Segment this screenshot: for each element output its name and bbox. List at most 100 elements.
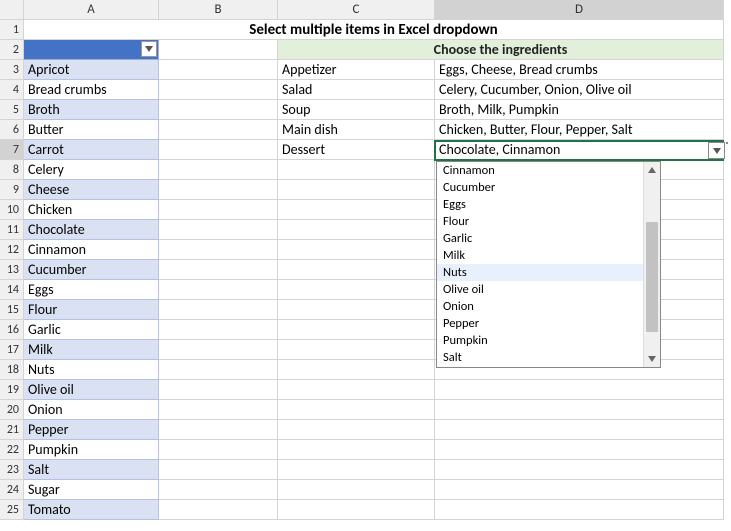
items-cell[interactable]: Celery [24,160,159,180]
row-header-10[interactable]: 10 [0,200,24,220]
row-header-3[interactable]: 3 [0,60,24,80]
dropdown-item[interactable]: Salt [437,349,643,366]
cell-B9[interactable] [159,180,278,200]
items-cell[interactable]: Milk [24,340,159,360]
cell-C22[interactable] [278,440,435,460]
items-cell[interactable]: Nuts [24,360,159,380]
dropdown-item[interactable]: Eggs [437,196,643,213]
cell-B20[interactable] [159,400,278,420]
cell-C20[interactable] [278,400,435,420]
cell-B13[interactable] [159,260,278,280]
items-cell[interactable]: Eggs [24,280,159,300]
dropdown-item[interactable]: Flour [437,213,643,230]
cell-D22[interactable] [435,440,724,460]
items-cell[interactable]: Salt [24,460,159,480]
items-cell[interactable]: Carrot [24,140,159,160]
row-header-1[interactable]: 1 [0,20,24,40]
cell-C7[interactable]: Dessert [278,140,435,160]
cell-B21[interactable] [159,420,278,440]
items-cell[interactable]: Garlic [24,320,159,340]
dropdown-button[interactable] [708,142,725,159]
items-cell[interactable]: Onion [24,400,159,420]
items-cell[interactable]: Olive oil [24,380,159,400]
items-cell[interactable]: Butter [24,120,159,140]
cell-C14[interactable] [278,280,435,300]
dropdown-button[interactable] [726,142,728,144]
cell-C5[interactable]: Soup [278,100,435,120]
cell-D23[interactable] [435,460,724,480]
cell-B2[interactable] [159,40,278,60]
dropdown-item[interactable]: Pepper [437,315,643,332]
row-header-14[interactable]: 14 [0,280,24,300]
items-cell[interactable]: Pumpkin [24,440,159,460]
dropdown-item[interactable]: Cucumber [437,179,643,196]
row-header-18[interactable]: 18 [0,360,24,380]
cell-B15[interactable] [159,300,278,320]
row-header-11[interactable]: 11 [0,220,24,240]
items-cell[interactable]: Bread crumbs [24,80,159,100]
select-all-corner[interactable] [0,0,24,20]
cell-C15[interactable] [278,300,435,320]
cell-B24[interactable] [159,480,278,500]
cell-D25[interactable] [435,500,724,520]
items-cell[interactable]: Cinnamon [24,240,159,260]
cell-C12[interactable] [278,240,435,260]
dropdown-item[interactable]: Garlic [437,230,643,247]
cell-D4[interactable]: Celery, Cucumber, Onion, Olive oil [435,80,724,100]
items-cell[interactable]: Chicken [24,200,159,220]
cell-C9[interactable] [278,180,435,200]
dropdown-scrollbar[interactable] [643,162,660,367]
filter-button[interactable] [141,41,157,57]
row-header-20[interactable]: 20 [0,400,24,420]
row-header-24[interactable]: 24 [0,480,24,500]
cell-C4[interactable]: Salad [278,80,435,100]
column-header-B[interactable]: B [159,0,278,20]
row-header-17[interactable]: 17 [0,340,24,360]
cell-C21[interactable] [278,420,435,440]
items-cell[interactable]: Broth [24,100,159,120]
scroll-up-icon[interactable] [644,162,660,178]
cell-D19[interactable] [435,380,724,400]
items-cell[interactable]: Pepper [24,420,159,440]
cell-C6[interactable]: Main dish [278,120,435,140]
dropdown-item[interactable]: Olive oil [437,281,643,298]
row-header-21[interactable]: 21 [0,420,24,440]
row-header-19[interactable]: 19 [0,380,24,400]
cell-C13[interactable] [278,260,435,280]
dropdown-item[interactable]: Pumpkin [437,332,643,349]
row-header-4[interactable]: 4 [0,80,24,100]
cell-B4[interactable] [159,80,278,100]
row-header-13[interactable]: 13 [0,260,24,280]
cell-B5[interactable] [159,100,278,120]
cell-C16[interactable] [278,320,435,340]
cell-C23[interactable] [278,460,435,480]
cell-B11[interactable] [159,220,278,240]
cell-B18[interactable] [159,360,278,380]
row-header-25[interactable]: 25 [0,500,24,520]
scroll-thumb[interactable] [646,222,658,332]
cell-D3[interactable]: Eggs, Cheese, Bread crumbs [435,60,724,80]
items-header[interactable] [24,40,159,60]
items-cell[interactable]: Tomato [24,500,159,520]
cell-D7[interactable]: Chocolate, Cinnamon [435,140,724,160]
cell-B23[interactable] [159,460,278,480]
row-header-5[interactable]: 5 [0,100,24,120]
row-header-15[interactable]: 15 [0,300,24,320]
cell-D21[interactable] [435,420,724,440]
cell-C25[interactable] [278,500,435,520]
cell-B3[interactable] [159,60,278,80]
cell-B8[interactable] [159,160,278,180]
items-cell[interactable]: Cucumber [24,260,159,280]
cell-B17[interactable] [159,340,278,360]
cell-B25[interactable] [159,500,278,520]
items-cell[interactable]: Chocolate [24,220,159,240]
column-header-C[interactable]: C [278,0,435,20]
column-header-A[interactable]: A [24,0,159,20]
cell-C10[interactable] [278,200,435,220]
cell-B16[interactable] [159,320,278,340]
items-cell[interactable]: Sugar [24,480,159,500]
cell-C18[interactable] [278,360,435,380]
items-cell[interactable]: Cheese [24,180,159,200]
cell-C17[interactable] [278,340,435,360]
cell-C8[interactable] [278,160,435,180]
